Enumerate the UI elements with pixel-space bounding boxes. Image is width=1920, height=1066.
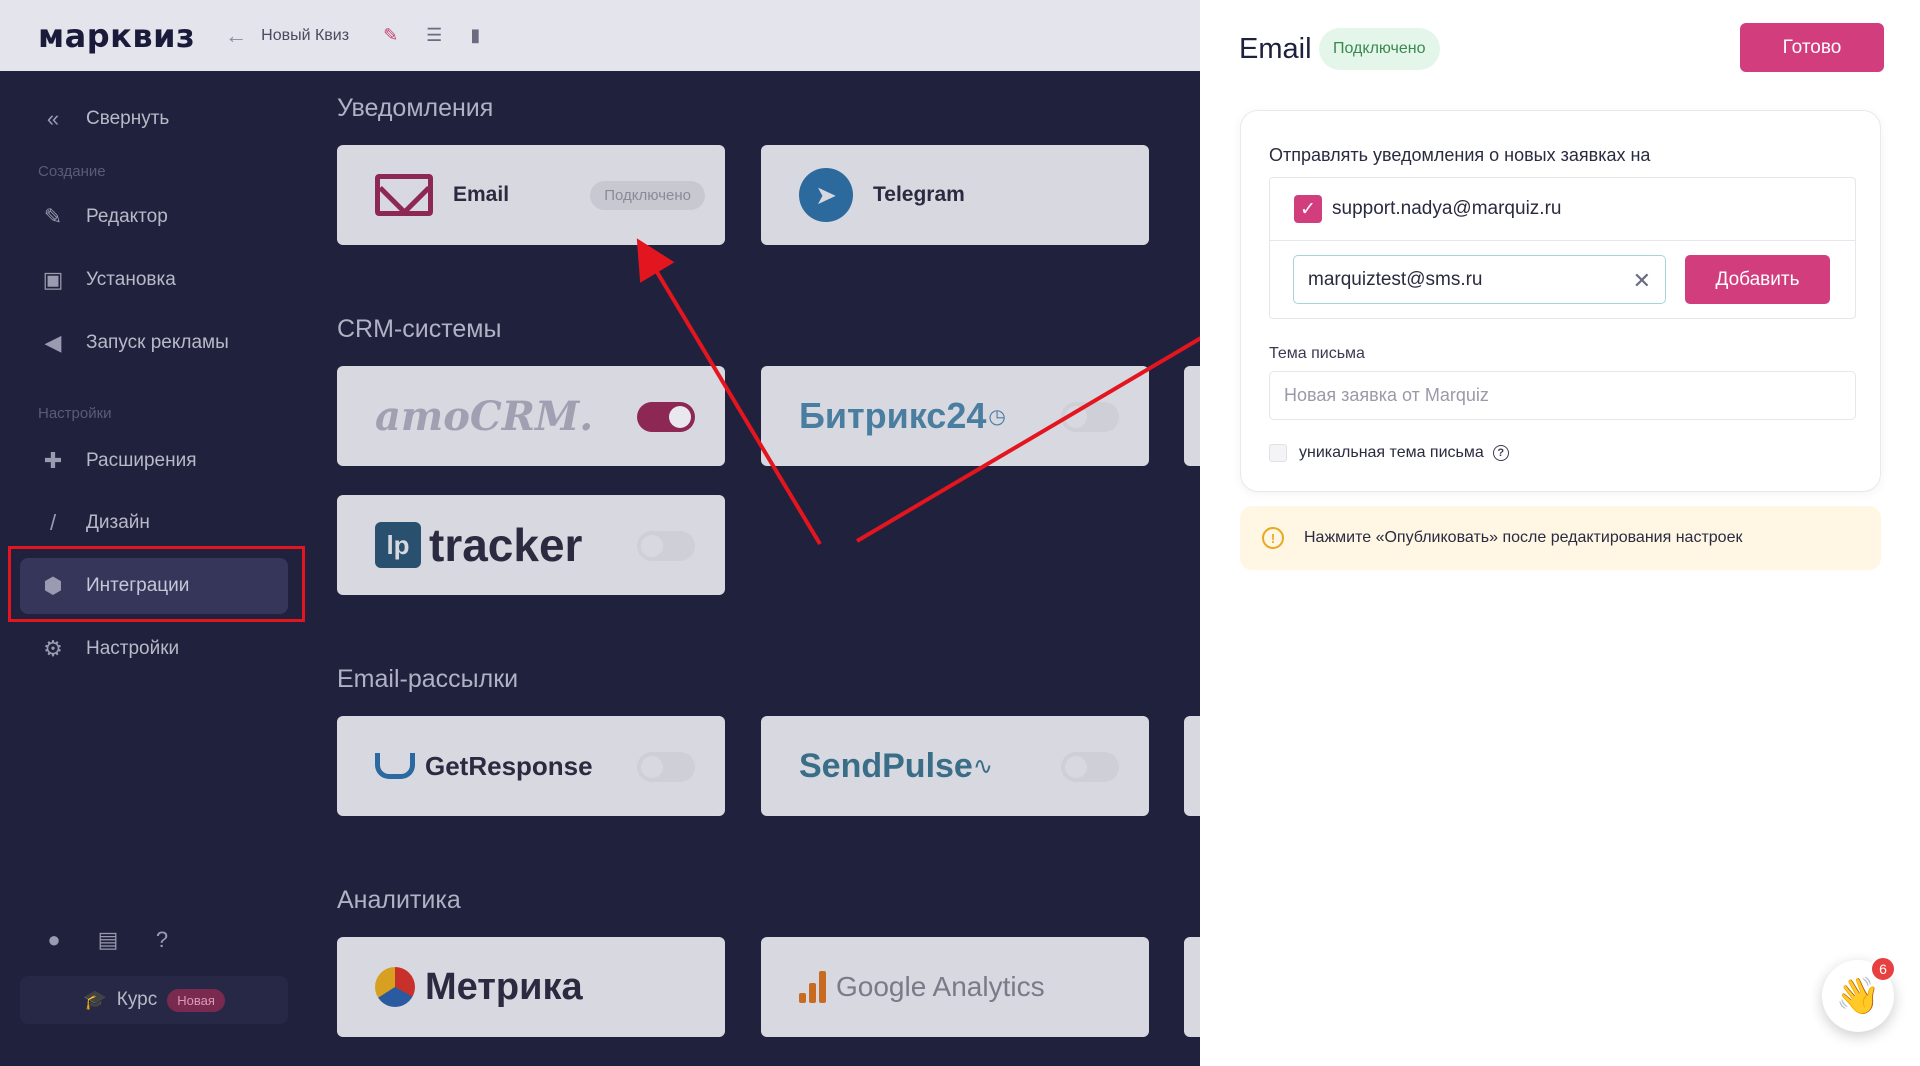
warning-icon: ! [1262, 527, 1284, 549]
send-to-label: Отправлять уведомления о новых заявках н… [1269, 145, 1651, 165]
annotation-arrow-to-email-card [636, 238, 822, 546]
unread-count-badge: 6 [1870, 956, 1896, 982]
unique-subject-checkbox[interactable] [1269, 444, 1287, 462]
status-badge: Подключено [1319, 28, 1440, 70]
add-email-button[interactable]: Добавить [1685, 255, 1830, 304]
email-settings-panel: Email Подключено Готово Отправлять уведо… [1200, 0, 1920, 1066]
question-icon[interactable]: ? [1492, 445, 1509, 461]
email-checkbox[interactable]: ✓ [1294, 195, 1322, 223]
panel-title: Email [1239, 33, 1312, 65]
waving-hand-icon: 👋 [1835, 975, 1881, 1016]
unique-subject-label: уникальная тема письма [1299, 444, 1484, 461]
done-button[interactable]: Готово [1740, 23, 1884, 72]
email-address: support.nadya@marquiz.ru [1332, 198, 1562, 219]
new-email-value: marquiztest@sms.ru [1308, 268, 1483, 290]
subject-field[interactable]: Новая заявка от Marquiz [1269, 371, 1856, 420]
unique-subject-row: уникальная тема письма ? [1269, 444, 1509, 462]
publish-notice: ! Нажмите «Опубликовать» после редактиро… [1240, 506, 1881, 570]
subject-label: Тема письма [1269, 345, 1365, 362]
new-email-field[interactable]: marquiztest@sms.ru ✕ [1293, 255, 1666, 304]
chat-widget-button[interactable]: 👋 6 [1822, 956, 1896, 1032]
email-list: ✓ support.nadya@marquiz.ru marquiztest@s… [1269, 177, 1856, 319]
email-list-item: ✓ support.nadya@marquiz.ru [1270, 178, 1855, 241]
clear-icon[interactable]: ✕ [1633, 268, 1651, 294]
notice-text: Нажмите «Опубликовать» после редактирова… [1304, 529, 1743, 546]
email-settings-card: Отправлять уведомления о новых заявках н… [1240, 110, 1881, 492]
